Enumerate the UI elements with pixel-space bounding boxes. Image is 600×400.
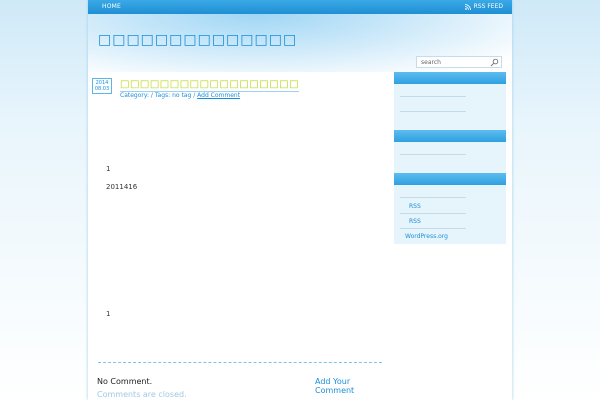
add-your-comment-link[interactable]: Add Your Comment [315, 377, 386, 395]
sidebar-link-wordpress[interactable]: WordPress.org [405, 233, 448, 240]
widget-header [394, 173, 506, 185]
sidebar: RSS RSS WordPress.org [394, 72, 506, 244]
post-date-monthday: 08.03 [94, 86, 110, 92]
widget-line [400, 213, 466, 214]
no-comment-text: No Comment. [97, 377, 153, 386]
widget-line [400, 154, 466, 155]
widget-line [400, 96, 466, 97]
sidebar-link-rss[interactable]: RSS [409, 203, 421, 210]
top-nav-bar: HOME RSS FEED [88, 0, 512, 14]
rss-icon [464, 3, 471, 10]
search-icon[interactable] [490, 58, 499, 67]
post-title[interactable]: □□□□□□□□□□□□□□□□□□ [120, 79, 300, 92]
widget-line [400, 111, 466, 112]
search-input[interactable]: search [416, 56, 502, 68]
post-meta: Category: / Tags: no tag / Add Comment [120, 92, 240, 99]
widget-header [394, 130, 506, 142]
widget-line [400, 228, 466, 229]
page-container: HOME RSS FEED □□□□□□□□□□□□□□ search 2014… [88, 0, 512, 400]
comments-closed-text: Comments are closed. [97, 390, 187, 399]
site-header: □□□□□□□□□□□□□□ search [88, 14, 512, 72]
site-title[interactable]: □□□□□□□□□□□□□□ [98, 32, 297, 48]
sidebar-link-rss-comments[interactable]: RSS [409, 218, 421, 225]
rss-feed-label: RSS FEED [473, 3, 503, 10]
post-body-line: 1 [106, 165, 111, 173]
nav-home-link[interactable]: HOME [102, 3, 121, 10]
meta-category-label: Category: [120, 92, 149, 99]
main-content: 2014 08.03 □□□□□□□□□□□□□□□□□□ Category: … [88, 72, 386, 400]
post-body-line: 1 [106, 310, 111, 318]
widget-line [400, 197, 466, 198]
meta-add-comment-link[interactable]: Add Comment [197, 92, 240, 99]
widget-header [394, 72, 506, 84]
comments-divider [98, 362, 382, 364]
rss-feed-link[interactable]: RSS FEED [464, 3, 503, 10]
post-body-line: 2011416 [106, 183, 138, 191]
post-date-badge: 2014 08.03 [92, 78, 112, 94]
search-placeholder: search [421, 59, 441, 66]
meta-tags: / Tags: no tag / [150, 92, 196, 99]
